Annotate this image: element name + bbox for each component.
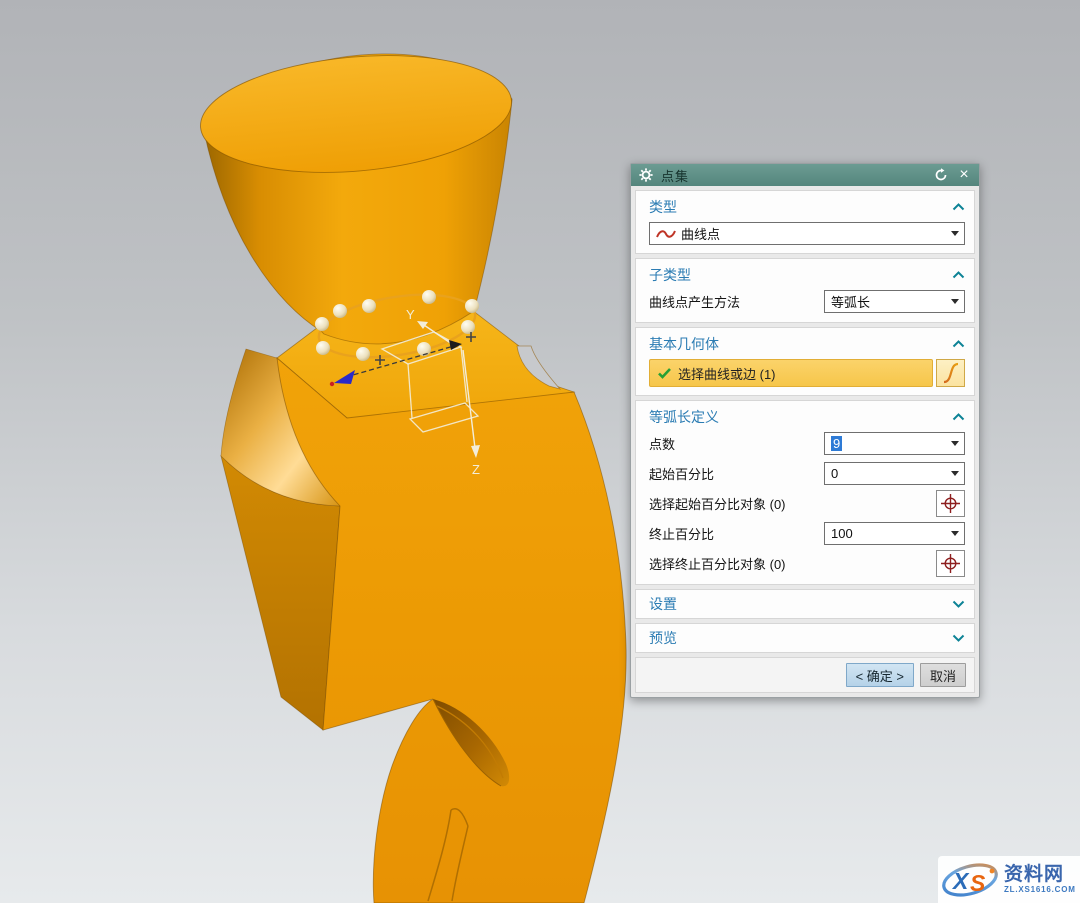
- select-end-percent-object-label: 选择终止百分比对象 (0): [649, 554, 786, 573]
- section-base-geometry-title: 基本几何体: [649, 334, 719, 354]
- section-preview-title: 预览: [649, 628, 677, 648]
- section-type-title: 类型: [649, 197, 677, 217]
- dropdown-caret-icon: [951, 231, 959, 236]
- watermark-name: 资料网: [1004, 865, 1076, 884]
- section-type-header[interactable]: 类型: [649, 198, 965, 216]
- dialog-footer: < 确定 > 取消: [635, 657, 975, 693]
- chevron-up-icon[interactable]: [952, 413, 965, 421]
- curve-point-icon: [656, 228, 676, 240]
- point-set-dialog: 点集 × 类型: [630, 163, 980, 698]
- section-subtype-header[interactable]: 子类型: [649, 266, 965, 284]
- section-arc-length: 等弧长定义 点数 9 起始百分比 0: [635, 400, 975, 585]
- section-arc-length-title: 等弧长定义: [649, 407, 719, 427]
- point-count-combo[interactable]: 9: [824, 432, 965, 455]
- dialog-title: 点集: [661, 166, 689, 185]
- curve-point-method-value: 等弧长: [831, 292, 946, 311]
- xs-logo-icon: X S: [940, 859, 1002, 901]
- dropdown-caret-icon: [951, 299, 959, 304]
- select-start-percent-object-label: 选择起始百分比对象 (0): [649, 494, 786, 513]
- cancel-button[interactable]: 取消: [920, 663, 966, 687]
- curve-point-method-label: 曲线点产生方法: [649, 292, 740, 311]
- select-curve-or-edge-label: 选择曲线或边 (1): [678, 364, 776, 383]
- y-axis-label: Y: [406, 307, 415, 322]
- section-settings-header[interactable]: 设置: [649, 595, 965, 613]
- chevron-down-icon[interactable]: [952, 634, 965, 642]
- start-percent-value: 0: [831, 466, 946, 481]
- chevron-down-icon[interactable]: [952, 600, 965, 608]
- dropdown-caret-icon: [951, 531, 959, 536]
- type-combo-value: 曲线点: [681, 224, 946, 243]
- point-picker-icon: [940, 553, 961, 574]
- section-base-geometry-header[interactable]: 基本几何体: [649, 335, 965, 353]
- section-settings-title: 设置: [649, 594, 677, 614]
- ok-button[interactable]: < 确定 >: [846, 663, 914, 687]
- close-icon[interactable]: ×: [956, 167, 972, 183]
- watermark-badge: X S 资料网 ZL.XS1616.COM: [938, 856, 1080, 903]
- vector-origin-dot: [330, 382, 334, 386]
- dropdown-caret-icon: [951, 441, 959, 446]
- chevron-up-icon[interactable]: [952, 203, 965, 211]
- section-base-geometry: 基本几何体 选择曲线或边 (1): [635, 327, 975, 396]
- end-percent-label: 终止百分比: [649, 524, 714, 543]
- section-arc-length-header[interactable]: 等弧长定义: [649, 408, 965, 426]
- svg-text:S: S: [970, 870, 986, 896]
- dialog-titlebar[interactable]: 点集 ×: [631, 164, 979, 186]
- svg-text:X: X: [951, 868, 970, 894]
- reset-icon[interactable]: [933, 167, 949, 183]
- curve-rule-button[interactable]: [936, 359, 965, 387]
- point-count-label: 点数: [649, 434, 675, 453]
- point-picker-icon: [940, 493, 961, 514]
- check-icon: [658, 368, 671, 379]
- section-preview-header[interactable]: 预览: [649, 629, 965, 647]
- dialog-body: 类型 曲线点 子类型: [631, 186, 979, 693]
- select-start-percent-object-button[interactable]: [936, 490, 965, 517]
- section-subtype: 子类型 曲线点产生方法 等弧长: [635, 258, 975, 323]
- curve-icon: [941, 362, 961, 384]
- chevron-up-icon[interactable]: [952, 340, 965, 348]
- application-viewport: Y Z: [0, 0, 1080, 903]
- section-type: 类型 曲线点: [635, 190, 975, 254]
- start-percent-combo[interactable]: 0: [824, 462, 965, 485]
- section-settings: 设置: [635, 589, 975, 619]
- section-subtype-title: 子类型: [649, 265, 691, 285]
- curve-point-method-combo[interactable]: 等弧长: [824, 290, 965, 313]
- type-combo[interactable]: 曲线点: [649, 222, 965, 245]
- end-percent-combo[interactable]: 100: [824, 522, 965, 545]
- gear-icon[interactable]: [638, 167, 654, 183]
- section-preview: 预览: [635, 623, 975, 653]
- select-end-percent-object-button[interactable]: [936, 550, 965, 577]
- chevron-up-icon[interactable]: [952, 271, 965, 279]
- select-curve-or-edge-field[interactable]: 选择曲线或边 (1): [649, 359, 933, 387]
- z-axis-label: Z: [472, 462, 480, 477]
- watermark-domain: ZL.XS1616.COM: [1004, 886, 1076, 894]
- end-percent-value: 100: [831, 526, 946, 541]
- dropdown-caret-icon: [951, 471, 959, 476]
- point-count-value: 9: [831, 436, 842, 451]
- start-percent-label: 起始百分比: [649, 464, 714, 483]
